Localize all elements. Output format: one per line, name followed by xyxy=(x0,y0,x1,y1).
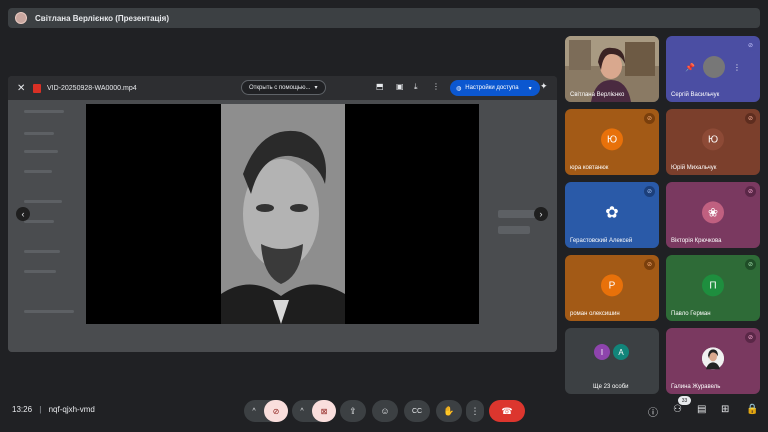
mic-off-icon: ⊘ xyxy=(745,259,756,270)
mic-off-icon: ⊘ xyxy=(745,40,756,51)
presenter-avatar xyxy=(15,12,27,24)
participant-name: Юрій Михальчук xyxy=(671,165,717,171)
present-button[interactable]: ⇪ xyxy=(340,400,366,422)
mic-control-group: ^ ⊘ xyxy=(244,400,288,422)
file-name: VID-20250928-WA0000.mp4 xyxy=(47,84,137,92)
camera-off-button[interactable]: ⊠ xyxy=(312,400,336,422)
participant-tile[interactable]: ⊘ П Павло Герман xyxy=(666,255,760,321)
share-settings-button[interactable]: ◍ Настройки доступа ▾ xyxy=(450,80,540,96)
participant-tile[interactable]: Світлана Верлієнко xyxy=(565,36,659,102)
mic-off-icon: ⊘ xyxy=(644,259,655,270)
more-vert-icon[interactable]: ⋮ xyxy=(432,82,440,91)
chevron-up-icon[interactable]: ^ xyxy=(244,408,264,415)
more-participants-tile[interactable]: І А Ще 23 особи xyxy=(565,328,659,394)
globe-icon: ◍ xyxy=(456,85,462,92)
participant-tile[interactable]: ⊘ 📌 ⋮ Сергій Васильчук xyxy=(666,36,760,102)
more-vert-icon: ⋮ xyxy=(470,405,480,416)
participant-tile[interactable]: ⊘ Галина Журавель xyxy=(666,328,760,394)
avatar-group: І А xyxy=(594,344,629,360)
close-icon[interactable]: ✕ xyxy=(17,83,27,94)
more-vert-icon[interactable]: ⋮ xyxy=(733,63,741,72)
participant-avatar: Р xyxy=(601,274,623,297)
more-options-button[interactable]: ⋮ xyxy=(466,400,484,422)
mic-off-icon: ⊘ xyxy=(644,113,655,124)
participant-name: Світлана Верлієнко xyxy=(570,92,625,98)
participant-name: Галина Журавель xyxy=(671,384,721,390)
clock-time: 13:26 xyxy=(12,405,33,414)
meeting-code: nqf-qjxh-vmd xyxy=(48,405,95,414)
participant-tile[interactable]: ⊘ ✿ Герастовский Алексей xyxy=(565,182,659,248)
mic-off-icon: ⊘ xyxy=(272,406,280,416)
mic-off-button[interactable]: ⊘ xyxy=(264,400,288,422)
participant-avatar: Ю xyxy=(702,128,724,151)
participant-avatar: А xyxy=(613,344,629,360)
tile-hover-actions: 📌 ⋮ xyxy=(685,56,741,78)
participant-tile[interactable]: ⊘ Ю юра ковтанюк xyxy=(565,109,659,175)
video-file-icon xyxy=(33,83,41,93)
next-arrow-icon[interactable]: › xyxy=(534,207,548,221)
flower-avatar-icon: ✿ xyxy=(605,204,619,222)
participant-avatar: І xyxy=(594,344,610,360)
mic-off-icon: ⊘ xyxy=(745,113,756,124)
camera-control-group: ^ ⊠ xyxy=(292,400,336,422)
participant-name: Павло Герман xyxy=(671,311,711,317)
meeting-info: 13:26 | nqf-qjxh-vmd xyxy=(12,405,95,414)
participant-tile[interactable]: ⊘ ❀ Вікторія Крючкова xyxy=(666,182,760,248)
activities-icon[interactable]: ⊞ xyxy=(721,404,729,415)
chevron-up-icon[interactable]: ^ xyxy=(292,408,312,415)
share-label: Настройки доступа xyxy=(465,85,519,91)
participant-name: юра ковтанюк xyxy=(570,165,609,171)
reactions-button[interactable]: ☺ xyxy=(372,400,398,422)
camera-off-icon: ⊠ xyxy=(320,406,328,416)
meeting-details-icon[interactable]: ⓘ xyxy=(648,404,658,419)
presentation-stage: ✕ VID-20250928-WA0000.mp4 Открыть с помо… xyxy=(8,76,557,352)
chat-icon[interactable]: ▤ xyxy=(697,404,706,415)
download-icon[interactable]: ⤓ xyxy=(414,82,418,92)
presenter-title: Світлана Верлієнко (Презентація) xyxy=(35,13,169,23)
hand-icon: ✋ xyxy=(443,405,455,416)
comment-icon[interactable]: ▣ xyxy=(396,82,404,91)
open-with-button[interactable]: Открыть с помощью... ▾ xyxy=(241,80,326,95)
separator: | xyxy=(39,405,42,414)
dropdown-arrow-icon: ▾ xyxy=(528,85,532,92)
participant-name: роман олексишин xyxy=(570,311,620,317)
gemini-spark-icon[interactable]: ✦ xyxy=(540,81,548,92)
emoji-icon: ☺ xyxy=(380,406,390,416)
participant-avatar xyxy=(702,347,724,370)
person-photo xyxy=(702,347,724,370)
people-icon[interactable]: ⚇ xyxy=(673,404,682,415)
previous-arrow-icon[interactable]: ‹ xyxy=(16,207,30,221)
captions-button[interactable]: CC xyxy=(404,400,430,422)
hangup-icon: ☎ xyxy=(501,405,513,416)
raise-hand-button[interactable]: ✋ xyxy=(436,400,462,422)
mic-off-icon: ⊘ xyxy=(745,186,756,197)
present-screen-icon: ⇪ xyxy=(349,405,357,416)
portrait-image xyxy=(221,104,345,324)
video-player[interactable] xyxy=(86,104,479,324)
participant-avatar: Ю xyxy=(601,128,623,151)
dropdown-arrow-icon: ▾ xyxy=(314,85,318,91)
participant-name: Герастовский Алексей xyxy=(570,238,633,244)
presenter-bar: Світлана Верлієнко (Презентація) xyxy=(8,8,760,28)
captions-icon: CC xyxy=(411,407,423,415)
participant-avatar xyxy=(702,56,725,78)
pin-icon[interactable]: 📌 xyxy=(685,63,695,72)
mic-off-icon: ⊘ xyxy=(745,332,756,343)
mic-off-icon: ⊘ xyxy=(644,186,655,197)
participant-name: Вікторія Крючкова xyxy=(671,238,722,244)
participant-tile[interactable]: ⊘ Ю Юрій Михальчук xyxy=(666,109,760,175)
open-with-label: Открыть с помощью... xyxy=(249,84,311,91)
flowers-avatar-icon: ❀ xyxy=(702,201,724,224)
add-to-drive-icon[interactable]: ⬒ xyxy=(376,82,384,91)
leave-call-button[interactable]: ☎ xyxy=(489,400,525,422)
participant-tile[interactable]: ⊘ Р роман олексишин xyxy=(565,255,659,321)
participant-avatar: П xyxy=(702,274,724,297)
video-frame-portrait xyxy=(221,104,345,324)
host-controls-icon[interactable]: 🔒 xyxy=(746,404,758,415)
participant-name: Сергій Васильчук xyxy=(671,92,720,98)
more-participants-label: Ще 23 особи xyxy=(593,384,629,390)
